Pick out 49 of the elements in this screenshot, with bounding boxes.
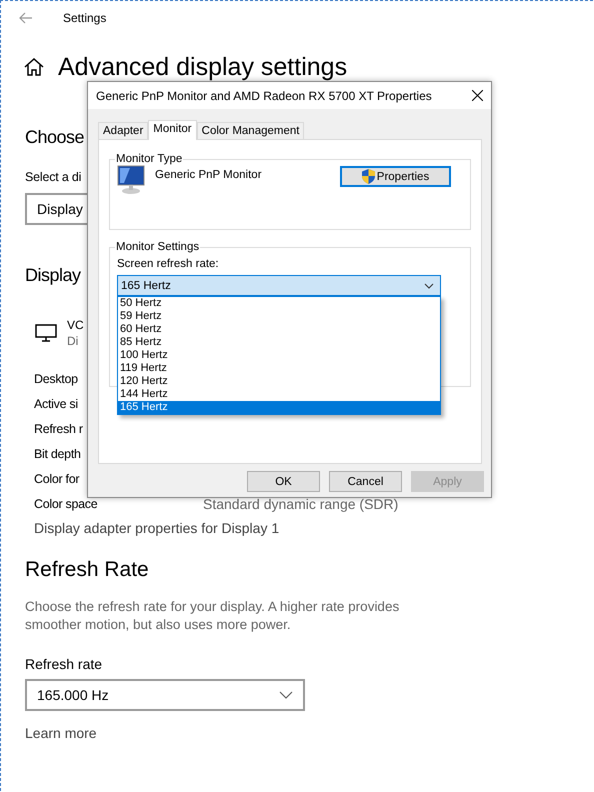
field-label: Select a di bbox=[25, 170, 82, 184]
field-label: Screen refresh rate: bbox=[117, 258, 219, 270]
info-value: Standard dynamic range (SDR) bbox=[203, 496, 398, 512]
device-subtitle: Di bbox=[67, 334, 78, 348]
monitor-name: Generic PnP Monitor bbox=[155, 169, 262, 181]
section-heading: Choose bbox=[25, 127, 84, 148]
dialog-tab[interactable]: Color Management bbox=[196, 122, 304, 139]
refresh-rate-dropdown[interactable]: 165.000 Hz bbox=[25, 679, 305, 711]
home-icon[interactable] bbox=[24, 58, 44, 76]
dialog-tab[interactable]: Monitor bbox=[148, 120, 197, 140]
page-title: Advanced display settings bbox=[58, 53, 348, 81]
dialog-button[interactable]: Cancel bbox=[329, 471, 402, 492]
dialog-button[interactable]: OK bbox=[247, 471, 320, 492]
back-arrow-icon[interactable] bbox=[19, 12, 33, 24]
dropdown-option[interactable]: 50 Hertz bbox=[118, 297, 440, 310]
info-label: Color space bbox=[34, 496, 98, 510]
chevron-down-icon bbox=[424, 282, 434, 288]
adapter-properties-link[interactable]: Display adapter properties for Display 1 bbox=[34, 520, 280, 536]
dropdown-option[interactable]: 119 Hertz bbox=[118, 362, 440, 375]
dropdown-option[interactable]: 144 Hertz bbox=[118, 388, 440, 401]
info-label: Active si bbox=[34, 396, 78, 410]
group-legend: Monitor Settings bbox=[115, 241, 200, 253]
monitor-icon bbox=[35, 324, 57, 342]
refresh-rate-combobox[interactable]: 165 Hertz bbox=[117, 275, 441, 296]
description-text: Choose the refresh rate for your display. A higher rate provides smoother motion, but also uses more power. bbox=[25, 598, 400, 634]
info-label: Bit depth bbox=[34, 446, 81, 460]
section-heading: Refresh Rate bbox=[25, 558, 149, 582]
dropdown-option[interactable]: 60 Hertz bbox=[118, 323, 440, 336]
chevron-down-icon bbox=[279, 691, 293, 699]
info-label: Refresh r bbox=[34, 422, 83, 436]
window-title: Settings bbox=[63, 11, 106, 25]
dropdown-option[interactable]: 100 Hertz bbox=[118, 349, 440, 362]
shield-icon bbox=[362, 169, 375, 184]
dropdown-option[interactable]: 165 Hertz bbox=[118, 401, 440, 414]
section-heading: Display bbox=[25, 265, 81, 286]
info-label: Color for bbox=[34, 472, 80, 486]
dropdown-option[interactable]: 85 Hertz bbox=[118, 336, 440, 349]
device-name: VC bbox=[67, 318, 84, 332]
info-label: Desktop bbox=[34, 372, 78, 386]
close-icon[interactable] bbox=[472, 90, 483, 101]
dialog-title: Generic PnP Monitor and AMD Radeon RX 5700 XT Properties bbox=[96, 88, 432, 102]
group-legend: Monitor Type bbox=[115, 153, 184, 165]
learn-more-link[interactable]: Learn more bbox=[25, 725, 97, 741]
dropdown-option[interactable]: 120 Hertz bbox=[118, 375, 440, 388]
dialog-tab[interactable]: Adapter bbox=[98, 122, 148, 139]
monitor-icon bbox=[117, 165, 145, 195]
dropdown-option[interactable]: 59 Hertz bbox=[118, 310, 440, 323]
field-label: Refresh rate bbox=[25, 656, 102, 672]
properties-button[interactable]: Properties bbox=[340, 166, 451, 187]
